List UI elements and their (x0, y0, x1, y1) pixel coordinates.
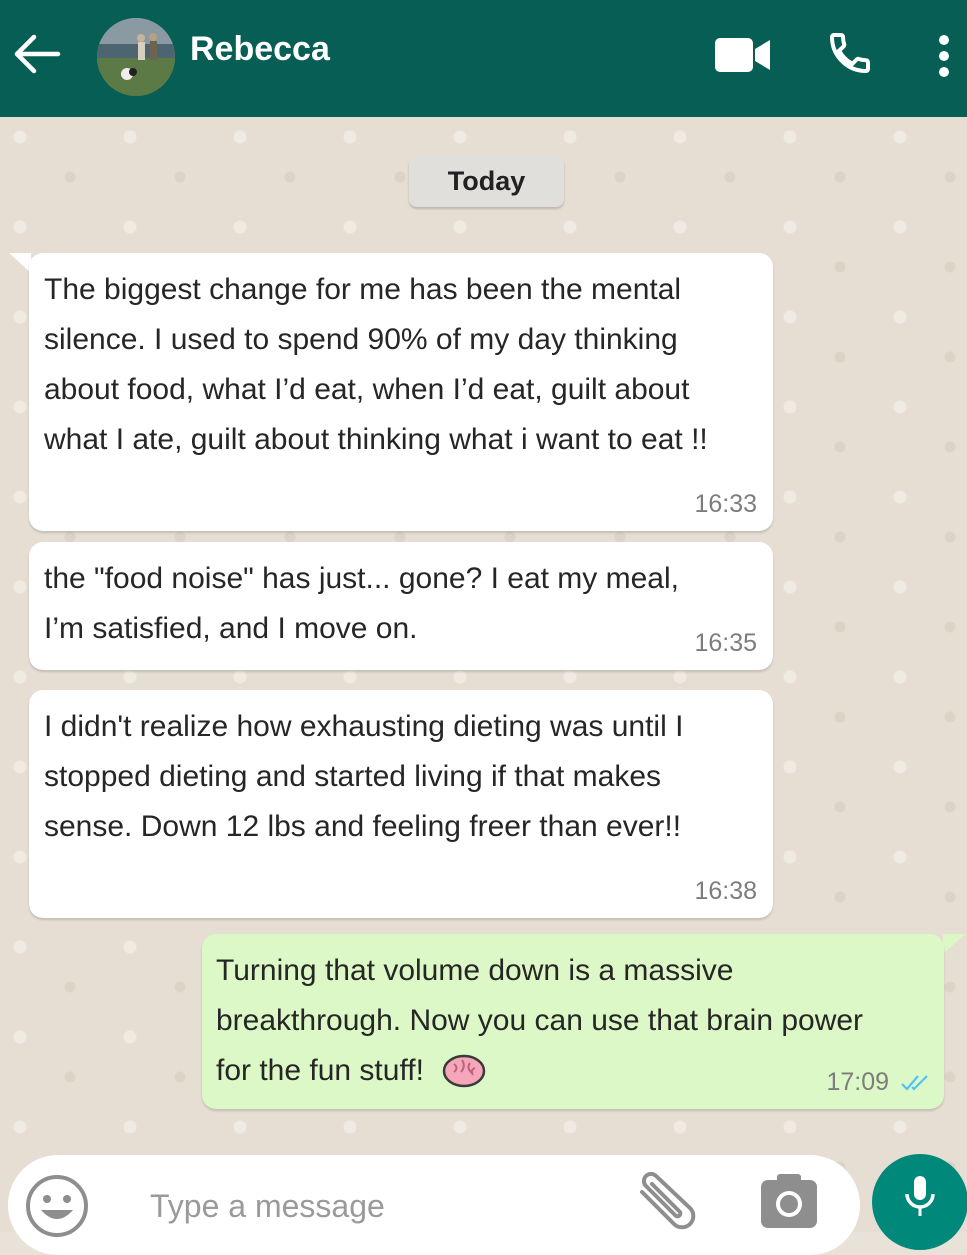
message-time-row: 17:09 (826, 1068, 932, 1097)
chat-header: Rebecca (0, 0, 967, 117)
camera-icon[interactable] (759, 1172, 819, 1235)
message-text: Turning that volume down is a massive br… (216, 954, 864, 1087)
back-button[interactable] (8, 28, 64, 80)
message-time: 16:35 (694, 629, 757, 657)
outgoing-message[interactable]: Turning that volume down is a massive br… (202, 934, 944, 1109)
message-input[interactable] (148, 1180, 612, 1232)
bubble-tail (943, 934, 965, 954)
read-ticks-icon (901, 1075, 928, 1091)
message-text: the "food noise" has just... gone? I eat… (44, 562, 679, 645)
incoming-message[interactable]: I didn't realize how exhausting dieting … (29, 690, 773, 918)
brain-emoji-icon (442, 1054, 486, 1104)
bubble-tail (9, 253, 31, 273)
date-separator: Today (409, 156, 564, 207)
message-text: I didn't realize how exhausting dieting … (44, 710, 684, 843)
message-time: 16:38 (694, 877, 757, 905)
mic-icon (905, 1176, 935, 1216)
incoming-message[interactable]: the "food noise" has just... gone? I eat… (29, 542, 773, 670)
message-time: 17:09 (826, 1068, 890, 1096)
incoming-message[interactable]: The biggest change for me has been the m… (29, 253, 773, 531)
emoji-icon[interactable] (25, 1174, 89, 1243)
contact-name[interactable]: Rebecca (190, 30, 330, 69)
video-call-icon[interactable] (714, 36, 772, 79)
attach-icon[interactable] (632, 1171, 698, 1237)
message-time: 16:33 (694, 490, 757, 518)
contact-avatar[interactable] (97, 18, 175, 96)
message-text: The biggest change for me has been the m… (44, 273, 708, 456)
more-vert-icon[interactable] (936, 34, 952, 83)
mic-button[interactable] (872, 1154, 967, 1250)
back-arrow-icon (14, 34, 61, 74)
voice-call-icon[interactable] (826, 29, 874, 82)
